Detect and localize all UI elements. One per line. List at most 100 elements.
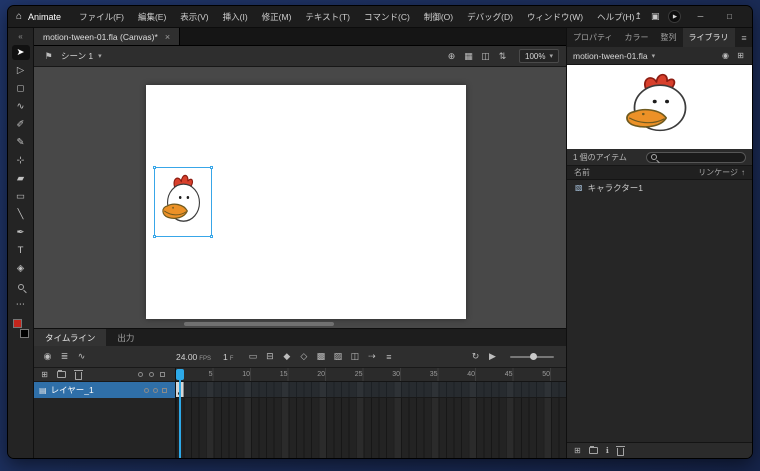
fps-display[interactable]: 24.00 FPS [176,352,211,362]
name-column-header[interactable]: 名前 [574,167,590,178]
delete-layer-button[interactable] [73,369,84,380]
panel-tab[interactable]: プロパティ [567,28,619,47]
eraser-tool[interactable]: ▰ [12,171,30,186]
layer-frames-row[interactable] [176,382,566,398]
loop-icon[interactable]: ↻ [468,349,483,364]
frame-grid[interactable]: 5 10 15 20 25 30 35 40 45 50 [176,368,566,458]
timeline-tab[interactable]: 出力 [106,329,145,346]
zoom-level-select[interactable]: 100% ▾ [519,49,559,63]
frame-ruler[interactable]: 5 10 15 20 25 30 35 40 45 50 [176,368,566,382]
remove-frame-icon[interactable]: ⊟ [262,349,277,364]
selection-handle[interactable] [153,166,156,169]
menu-item[interactable]: 制御(O) [424,11,453,23]
sort-asc-icon[interactable]: ↑ [741,168,745,177]
menu-item[interactable]: ファイル(F) [79,11,124,23]
layer-lock-dot[interactable] [153,387,158,393]
selection-bounding-box[interactable] [153,166,213,238]
close-button[interactable]: × [748,12,752,21]
new-folder-button[interactable] [588,446,598,454]
library-item-list[interactable]: ▧ キャラクター1 [567,180,752,442]
menu-item[interactable]: デバッグ(D) [467,11,513,23]
fill-color-swatch[interactable] [12,319,22,328]
edit-multiple-frames-icon[interactable]: ◫ [347,349,362,364]
new-library-panel-icon[interactable]: ⊞ [735,50,746,61]
library-document-select[interactable]: motion-tween-01.fla ▾ ◉ ⊞ [567,47,752,65]
stage[interactable] [146,85,466,319]
selection-handle[interactable] [153,235,156,238]
timeline-zoom-slider[interactable] [510,352,554,360]
play-button[interactable]: ▶ [485,349,500,364]
create-tween-icon[interactable]: ⇢ [364,349,379,364]
graph-editor-icon[interactable]: ∿ [74,349,89,364]
center-stage-icon[interactable]: ⊕ [444,49,459,64]
delete-item-button[interactable] [615,445,625,456]
show-hide-column-icon[interactable] [138,372,143,377]
onion-skin-outline-icon[interactable]: ▨ [330,349,345,364]
document-tab[interactable]: motion-tween-01.fla (Canvas)* × [34,28,181,45]
insert-frame-icon[interactable]: ▭ [245,349,260,364]
insert-blank-keyframe-icon[interactable]: ◇ [296,349,311,364]
clip-content-icon[interactable]: ◫ [478,49,493,64]
tab-close-icon[interactable]: × [165,32,170,42]
library-search-field[interactable] [646,151,746,163]
scene-caret-icon[interactable]: ▾ [98,52,102,60]
layer-row[interactable]: ▤ レイヤー_1 [34,382,175,398]
menu-item[interactable]: 編集(E) [138,11,166,23]
layer-depth-icon[interactable]: ≣ [57,349,72,364]
panel-menu-icon[interactable]: ≡ [736,28,752,47]
rectangle-tool[interactable]: ▭ [12,189,30,204]
linkage-column-header[interactable]: リンケージ [698,167,738,178]
scene-name[interactable]: シーン 1 [61,50,93,62]
fluid-brush-tool[interactable]: ✐ [12,117,30,132]
workspace-icon[interactable]: ▣ [651,11,660,22]
horizontal-scrollbar[interactable] [184,322,334,326]
timeline-tab[interactable]: タイムライン [34,329,107,346]
quick-test-button[interactable]: ▶ [668,10,682,23]
menu-item[interactable]: 挿入(I) [223,11,248,23]
panel-tab[interactable]: ライブラリ [682,28,735,47]
menu-item[interactable]: ウィンドウ(W) [527,11,583,23]
home-icon[interactable]: ⌂ [16,11,22,22]
share-icon[interactable]: ↥ [634,11,642,22]
asset-warp-tool[interactable]: ⊹ [12,153,30,168]
stroke-color-swatch[interactable] [19,329,29,338]
item-properties-button[interactable]: ℹ [606,446,609,455]
camera-icon[interactable]: ◉ [40,349,55,364]
outline-column-icon[interactable] [160,372,165,377]
onion-skin-icon[interactable]: ▩ [313,349,328,364]
playhead[interactable] [176,369,184,380]
layer-visibility-dot[interactable] [144,387,149,393]
slider-knob[interactable] [529,352,537,360]
free-transform-tool[interactable]: ◻ [12,81,30,96]
maximize-button[interactable]: □ [719,12,739,21]
menu-item[interactable]: ヘルプ(H) [597,11,634,23]
pasteboard[interactable] [34,67,566,328]
zoom-tool[interactable] [12,279,30,294]
menu-item[interactable]: 修正(M) [262,11,292,23]
text-tool[interactable]: T [12,243,30,258]
minimize-button[interactable]: ─ [690,12,710,21]
panel-tab[interactable]: カラー [619,28,655,47]
subselection-tool[interactable]: ▷ [12,63,30,78]
panel-tab[interactable]: 整列 [655,28,683,47]
chicken-character[interactable] [156,170,211,234]
new-symbol-button[interactable]: ⊞ [574,446,581,455]
paint-bucket-tool[interactable]: ◈ [12,261,30,276]
classic-brush-tool[interactable]: ✎ [12,135,30,150]
selection-tool[interactable]: ➤ [11,45,30,60]
more-tools-button[interactable]: ⋯ [12,297,30,312]
lasso-tool[interactable]: ∿ [12,99,30,114]
search-input[interactable] [660,152,741,162]
collapse-dock-icon[interactable]: « [12,31,30,42]
zoom-spinner-icon[interactable]: ⇅ [495,49,510,64]
layer-outline-swatch[interactable] [162,387,167,393]
insert-keyframe-icon[interactable]: ◆ [279,349,294,364]
line-tool[interactable]: ╲ [12,207,30,222]
pen-tool[interactable]: ✒ [12,225,30,240]
fit-content-icon[interactable]: ▦ [461,49,476,64]
library-item-name[interactable]: キャラクター1 [588,182,643,194]
selection-handle[interactable] [210,166,213,169]
layer-name[interactable]: レイヤー_1 [51,384,94,396]
menu-item[interactable]: コマンド(C) [364,11,410,23]
lock-column-icon[interactable] [149,372,154,377]
